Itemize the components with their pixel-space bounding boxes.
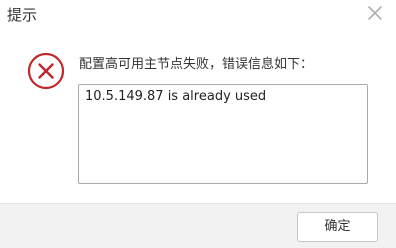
error-dialog: 提示 配置高可用主节点失败，错误信息如下： 10.5.149.87 is alr… xyxy=(0,0,396,248)
dialog-title: 提示 xyxy=(7,6,38,24)
close-icon[interactable] xyxy=(366,4,384,22)
dialog-header: 提示 xyxy=(0,0,396,32)
error-icon xyxy=(27,52,65,90)
error-message: 配置高可用主节点失败，错误信息如下： xyxy=(79,57,314,72)
error-detail-textarea[interactable]: 10.5.149.87 is already used xyxy=(78,84,368,184)
dialog-footer: 确定 xyxy=(0,203,396,248)
ok-button[interactable]: 确定 xyxy=(297,212,378,242)
